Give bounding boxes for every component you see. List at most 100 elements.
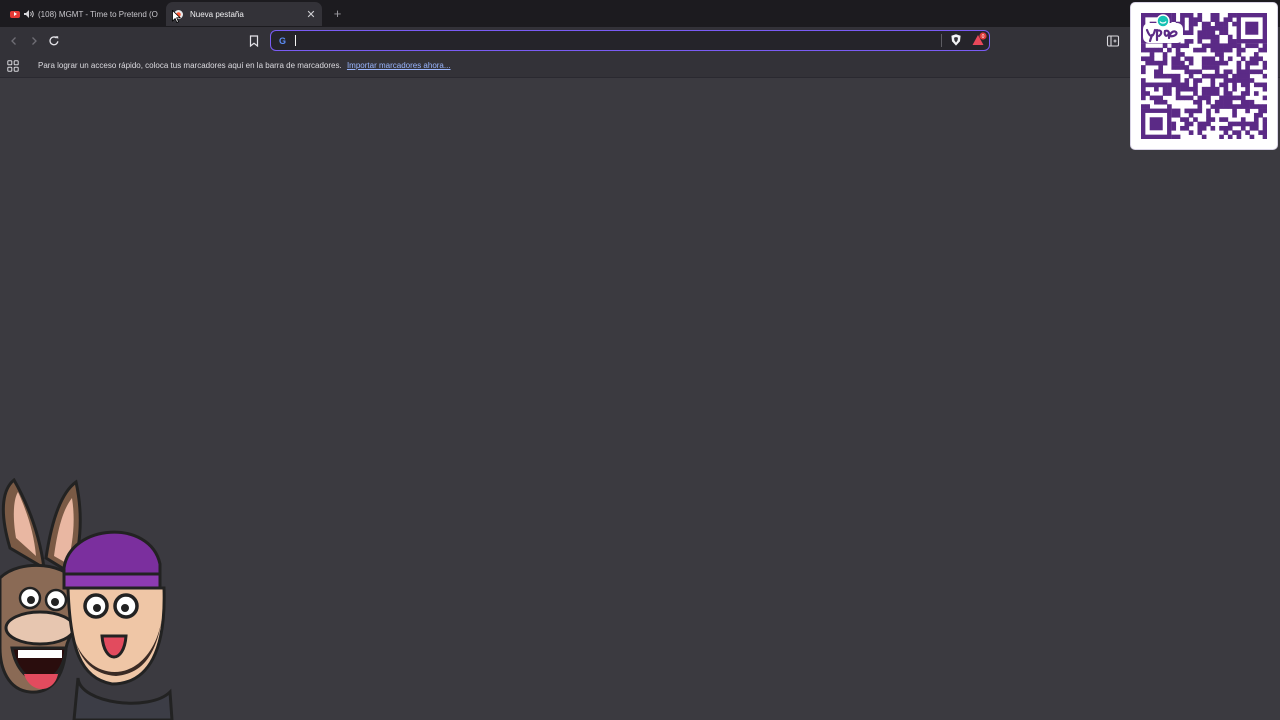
qr-module xyxy=(1249,121,1255,127)
qr-module xyxy=(1184,95,1190,101)
qr-module xyxy=(1253,43,1259,49)
tab-strip: (108) MGMT - Time to Pretend (O Nueva pe… xyxy=(0,0,1280,27)
bookmarks-bar: Para lograr un acceso rápido, coloca tus… xyxy=(0,55,1280,78)
forward-button[interactable] xyxy=(26,33,42,49)
qr-module xyxy=(1232,78,1237,83)
brave-rewards-icon[interactable]: 0 xyxy=(971,32,987,48)
qr-module xyxy=(1219,21,1224,27)
qr-module xyxy=(1249,134,1255,139)
address-input[interactable] xyxy=(293,32,933,49)
qr-module xyxy=(1158,82,1164,88)
speaker-icon[interactable] xyxy=(24,10,34,18)
qr-module xyxy=(1141,65,1146,70)
qr-module xyxy=(1201,43,1207,49)
qr-module xyxy=(1262,130,1267,135)
qr-module xyxy=(1214,21,1220,27)
bookmark-button[interactable] xyxy=(246,33,262,49)
qr-module xyxy=(1158,69,1164,75)
back-button[interactable] xyxy=(6,33,22,49)
qr-module xyxy=(1180,86,1185,92)
qr-module xyxy=(1141,78,1146,83)
qr-module xyxy=(1167,82,1172,88)
qr-module xyxy=(1232,121,1237,127)
qr-module xyxy=(1154,73,1159,79)
qr-module xyxy=(1210,73,1216,79)
sidebar-toggle-icon[interactable] xyxy=(1106,34,1120,48)
qr-module xyxy=(1223,104,1229,109)
qr-module xyxy=(1240,47,1246,53)
qr-module xyxy=(1258,104,1263,109)
qr-module xyxy=(1162,86,1168,92)
qr-module xyxy=(1206,21,1211,27)
qr-module xyxy=(1258,82,1263,88)
qr-module xyxy=(1214,17,1220,22)
qr-module xyxy=(1253,112,1259,118)
qr-module xyxy=(1171,134,1177,139)
qr-module xyxy=(1171,73,1177,79)
qr-module xyxy=(1201,60,1207,66)
qr-module xyxy=(1240,82,1246,88)
qr-module xyxy=(1158,99,1164,105)
qr-module xyxy=(1206,91,1211,96)
reload-button[interactable] xyxy=(46,33,62,49)
new-tab-button[interactable]: + xyxy=(330,6,345,21)
qr-module xyxy=(1171,56,1177,62)
qr-module xyxy=(1210,60,1216,66)
qr-module xyxy=(1145,91,1150,96)
tab-youtube[interactable]: (108) MGMT - Time to Pretend (O xyxy=(2,2,162,26)
qr-module xyxy=(1223,78,1229,83)
qr-module xyxy=(1193,108,1198,114)
close-tab-icon[interactable]: ✕ xyxy=(304,7,318,21)
back-arrow-icon xyxy=(11,37,16,45)
address-bar[interactable]: G 0 xyxy=(270,30,990,51)
qr-module xyxy=(1214,65,1220,70)
import-bookmarks-link[interactable]: Importar marcadores ahora... xyxy=(347,61,451,70)
qr-module xyxy=(1206,43,1211,49)
qr-module xyxy=(1219,99,1224,105)
brave-shields-icon[interactable] xyxy=(949,33,963,47)
qr-module xyxy=(1171,78,1177,83)
qr-module xyxy=(1201,34,1207,40)
qr-module xyxy=(1197,125,1203,131)
qr-module xyxy=(1253,104,1259,109)
qr-module xyxy=(1245,78,1250,83)
qr-module xyxy=(1184,121,1190,127)
streamer-mascot-image xyxy=(0,478,174,720)
qr-module xyxy=(1223,117,1229,122)
qr-module xyxy=(1236,47,1242,53)
qr-module xyxy=(1197,34,1203,40)
tab-title: (108) MGMT - Time to Pretend (O xyxy=(38,9,158,19)
qr-module xyxy=(1253,82,1259,88)
qr-module xyxy=(1240,121,1246,127)
qr-module xyxy=(1219,104,1224,109)
qr-module xyxy=(1232,95,1237,101)
qr-module xyxy=(1210,82,1216,88)
qr-module xyxy=(1219,43,1224,49)
qr-module xyxy=(1236,52,1242,57)
qr-module xyxy=(1245,43,1250,49)
qr-module xyxy=(1245,99,1250,105)
qr-module xyxy=(1227,125,1233,131)
qr-module xyxy=(1184,43,1190,49)
qr-module xyxy=(1201,125,1207,131)
apps-grid-icon[interactable] xyxy=(7,60,19,72)
qr-module xyxy=(1141,104,1146,109)
qr-module xyxy=(1219,134,1224,139)
qr-module xyxy=(1175,56,1181,62)
qr-module xyxy=(1214,99,1220,105)
youtube-icon xyxy=(10,10,20,18)
tab-nueva-pestana[interactable]: Nueva pestaña ✕ xyxy=(166,2,322,26)
qr-module xyxy=(1162,56,1168,62)
bookmarks-hint-text: Para lograr un acceso rápido, coloca tus… xyxy=(38,61,342,70)
qr-module xyxy=(1162,99,1168,105)
qr-module xyxy=(1210,56,1216,62)
qr-module xyxy=(1245,86,1250,92)
qr-module xyxy=(1193,78,1198,83)
qr-module xyxy=(1223,21,1229,27)
qr-module xyxy=(1236,69,1242,75)
qr-module xyxy=(1193,47,1198,53)
qr-module xyxy=(1223,82,1229,88)
qr-module xyxy=(1206,73,1211,79)
qr-module xyxy=(1158,65,1164,70)
qr-module xyxy=(1175,112,1181,118)
